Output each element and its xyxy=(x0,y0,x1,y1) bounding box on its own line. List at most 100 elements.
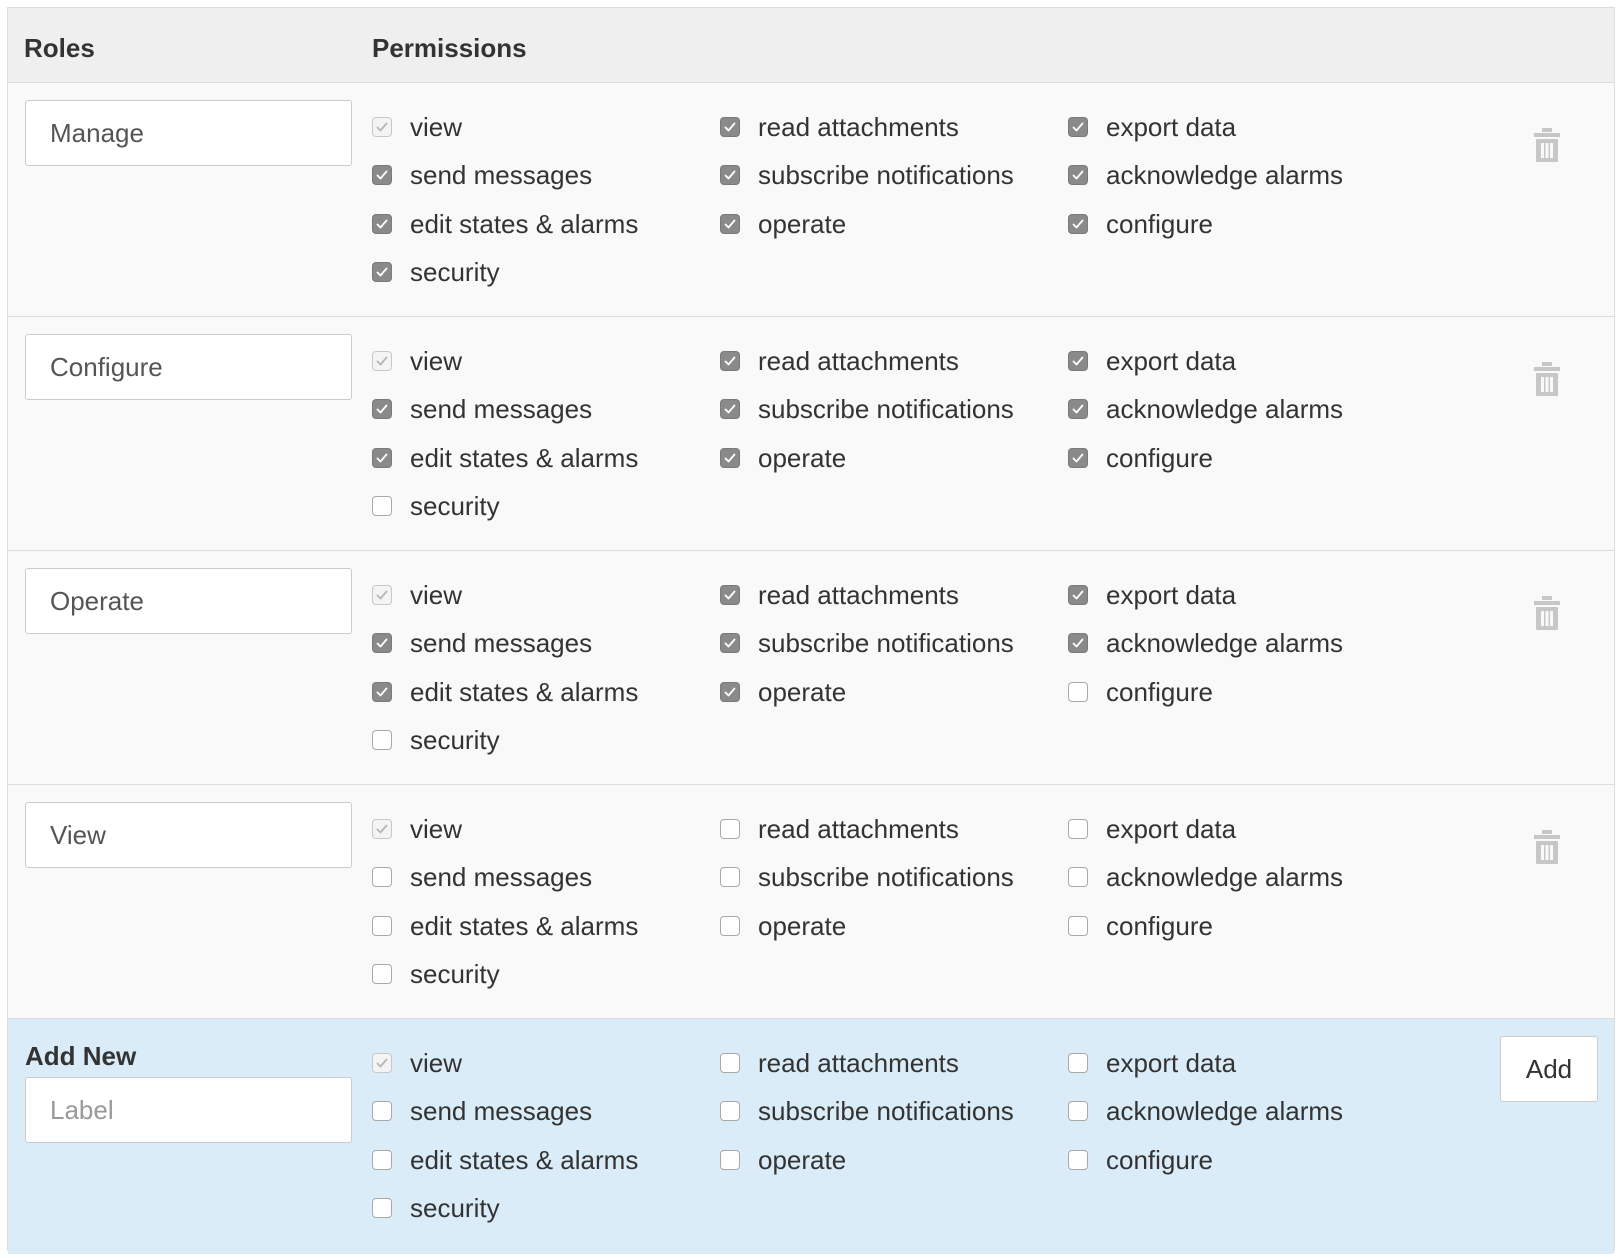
permission-export-data[interactable]: export data xyxy=(1068,580,1236,610)
checkbox-subscribe-notifications[interactable] xyxy=(720,633,740,653)
permission-read-attachments[interactable]: read attachments xyxy=(720,112,959,142)
permission-send-messages[interactable]: send messages xyxy=(372,1096,592,1126)
checkbox-subscribe-notifications[interactable] xyxy=(720,867,740,887)
permission-edit-states-and-alarms[interactable]: edit states & alarms xyxy=(372,677,638,707)
permission-configure[interactable]: configure xyxy=(1068,911,1213,941)
checkbox-send-messages[interactable] xyxy=(372,633,392,653)
permission-subscribe-notifications[interactable]: subscribe notifications xyxy=(720,628,1014,658)
permission-acknowledge-alarms[interactable]: acknowledge alarms xyxy=(1068,160,1343,190)
trash-icon[interactable] xyxy=(1534,830,1560,864)
permission-subscribe-notifications[interactable]: subscribe notifications xyxy=(720,1096,1014,1126)
checkbox-subscribe-notifications[interactable] xyxy=(720,165,740,185)
checkbox-security[interactable] xyxy=(372,496,392,516)
permission-view[interactable]: view xyxy=(372,112,462,142)
permission-security[interactable]: security xyxy=(372,959,500,989)
checkbox-send-messages[interactable] xyxy=(372,399,392,419)
checkbox-send-messages[interactable] xyxy=(372,867,392,887)
checkbox-read-attachments[interactable] xyxy=(720,117,740,137)
checkbox-edit-states-and-alarms[interactable] xyxy=(372,916,392,936)
checkbox-operate[interactable] xyxy=(720,214,740,234)
permission-view[interactable]: view xyxy=(372,1048,462,1078)
new-role-label-input[interactable] xyxy=(25,1077,352,1143)
checkbox-acknowledge-alarms[interactable] xyxy=(1068,633,1088,653)
checkbox-edit-states-and-alarms[interactable] xyxy=(372,214,392,234)
permission-view[interactable]: view xyxy=(372,580,462,610)
checkbox-acknowledge-alarms[interactable] xyxy=(1068,867,1088,887)
checkbox-acknowledge-alarms[interactable] xyxy=(1068,1101,1088,1121)
permission-acknowledge-alarms[interactable]: acknowledge alarms xyxy=(1068,628,1343,658)
permission-export-data[interactable]: export data xyxy=(1068,1048,1236,1078)
permission-view[interactable]: view xyxy=(372,814,462,844)
permission-read-attachments[interactable]: read attachments xyxy=(720,1048,959,1078)
permission-operate[interactable]: operate xyxy=(720,1145,846,1175)
checkbox-export-data[interactable] xyxy=(1068,117,1088,137)
permission-operate[interactable]: operate xyxy=(720,677,846,707)
permission-read-attachments[interactable]: read attachments xyxy=(720,580,959,610)
checkbox-edit-states-and-alarms[interactable] xyxy=(372,1150,392,1170)
checkbox-read-attachments[interactable] xyxy=(720,819,740,839)
checkbox-security[interactable] xyxy=(372,730,392,750)
permission-read-attachments[interactable]: read attachments xyxy=(720,814,959,844)
permission-security[interactable]: security xyxy=(372,725,500,755)
checkbox-export-data[interactable] xyxy=(1068,351,1088,371)
checkbox-configure[interactable] xyxy=(1068,682,1088,702)
permission-operate[interactable]: operate xyxy=(720,443,846,473)
permission-export-data[interactable]: export data xyxy=(1068,346,1236,376)
checkbox-export-data[interactable] xyxy=(1068,1053,1088,1073)
checkbox-read-attachments[interactable] xyxy=(720,351,740,371)
checkbox-operate[interactable] xyxy=(720,448,740,468)
permission-export-data[interactable]: export data xyxy=(1068,814,1236,844)
checkbox-edit-states-and-alarms[interactable] xyxy=(372,448,392,468)
checkbox-send-messages[interactable] xyxy=(372,1101,392,1121)
permission-subscribe-notifications[interactable]: subscribe notifications xyxy=(720,394,1014,424)
checkbox-security[interactable] xyxy=(372,964,392,984)
checkbox-operate[interactable] xyxy=(720,682,740,702)
checkbox-subscribe-notifications[interactable] xyxy=(720,399,740,419)
permission-configure[interactable]: configure xyxy=(1068,209,1213,239)
permission-acknowledge-alarms[interactable]: acknowledge alarms xyxy=(1068,1096,1343,1126)
checkbox-configure[interactable] xyxy=(1068,448,1088,468)
checkbox-export-data[interactable] xyxy=(1068,819,1088,839)
permission-view[interactable]: view xyxy=(372,346,462,376)
checkbox-acknowledge-alarms[interactable] xyxy=(1068,399,1088,419)
permission-send-messages[interactable]: send messages xyxy=(372,394,592,424)
permission-operate[interactable]: operate xyxy=(720,911,846,941)
checkbox-operate[interactable] xyxy=(720,1150,740,1170)
role-label-input[interactable] xyxy=(25,100,352,166)
permission-security[interactable]: security xyxy=(372,1193,500,1223)
checkbox-send-messages[interactable] xyxy=(372,165,392,185)
permission-read-attachments[interactable]: read attachments xyxy=(720,346,959,376)
permission-send-messages[interactable]: send messages xyxy=(372,628,592,658)
permission-acknowledge-alarms[interactable]: acknowledge alarms xyxy=(1068,862,1343,892)
checkbox-configure[interactable] xyxy=(1068,916,1088,936)
permission-subscribe-notifications[interactable]: subscribe notifications xyxy=(720,862,1014,892)
permission-edit-states-and-alarms[interactable]: edit states & alarms xyxy=(372,443,638,473)
checkbox-operate[interactable] xyxy=(720,916,740,936)
permission-configure[interactable]: configure xyxy=(1068,443,1213,473)
permission-acknowledge-alarms[interactable]: acknowledge alarms xyxy=(1068,394,1343,424)
checkbox-configure[interactable] xyxy=(1068,1150,1088,1170)
checkbox-security[interactable] xyxy=(372,262,392,282)
permission-send-messages[interactable]: send messages xyxy=(372,160,592,190)
checkbox-read-attachments[interactable] xyxy=(720,585,740,605)
checkbox-read-attachments[interactable] xyxy=(720,1053,740,1073)
permission-send-messages[interactable]: send messages xyxy=(372,862,592,892)
permission-subscribe-notifications[interactable]: subscribe notifications xyxy=(720,160,1014,190)
permission-edit-states-and-alarms[interactable]: edit states & alarms xyxy=(372,1145,638,1175)
checkbox-configure[interactable] xyxy=(1068,214,1088,234)
permission-operate[interactable]: operate xyxy=(720,209,846,239)
checkbox-subscribe-notifications[interactable] xyxy=(720,1101,740,1121)
role-label-input[interactable] xyxy=(25,802,352,868)
trash-icon[interactable] xyxy=(1534,128,1560,162)
checkbox-export-data[interactable] xyxy=(1068,585,1088,605)
role-label-input[interactable] xyxy=(25,568,352,634)
trash-icon[interactable] xyxy=(1534,362,1560,396)
permission-security[interactable]: security xyxy=(372,491,500,521)
checkbox-security[interactable] xyxy=(372,1198,392,1218)
permission-configure[interactable]: configure xyxy=(1068,677,1213,707)
add-button[interactable]: Add xyxy=(1500,1036,1598,1102)
checkbox-edit-states-and-alarms[interactable] xyxy=(372,682,392,702)
permission-configure[interactable]: configure xyxy=(1068,1145,1213,1175)
permission-export-data[interactable]: export data xyxy=(1068,112,1236,142)
permission-security[interactable]: security xyxy=(372,257,500,287)
